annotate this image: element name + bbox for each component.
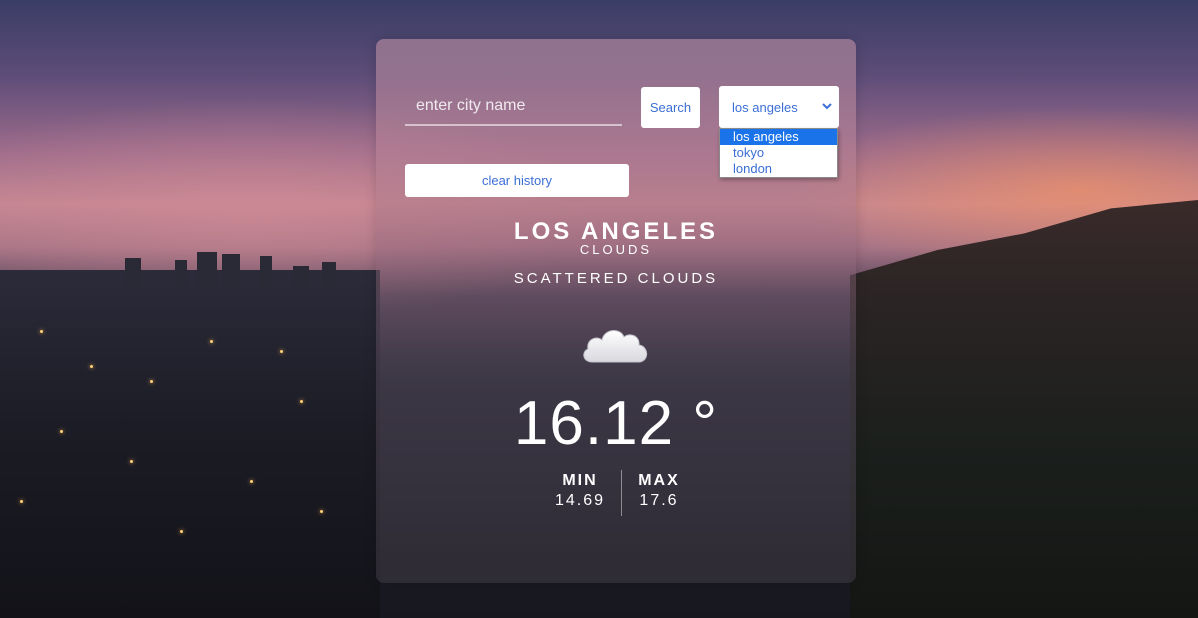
min-value: 14.69	[554, 492, 606, 509]
weather-main: CLOUDS	[579, 242, 653, 257]
max-value: 17.6	[639, 492, 679, 509]
history-select[interactable]: los angeles	[719, 86, 839, 128]
chevron-down-icon	[822, 103, 832, 110]
history-option-london[interactable]: london	[720, 161, 837, 177]
search-button[interactable]: Search	[641, 87, 700, 128]
max-column: MAX 17.6	[619, 470, 699, 510]
city-lights-left	[0, 252, 380, 618]
history-dropdown-list: los angeles tokyo london	[719, 128, 838, 178]
history-select-value: los angeles	[732, 99, 798, 115]
min-column: MIN 14.69	[540, 470, 620, 510]
clear-history-button[interactable]: clear history	[405, 164, 629, 197]
city-search-input[interactable]	[405, 88, 622, 126]
temperature-value: 16.12 °	[513, 389, 719, 458]
max-label: MAX	[638, 472, 680, 489]
cloud-icon	[583, 330, 648, 363]
hillside-right	[850, 200, 1198, 618]
history-option-los-angeles[interactable]: los angeles	[720, 129, 837, 145]
weather-description: SCATTERED CLOUDS	[513, 270, 719, 287]
min-label: MIN	[562, 472, 598, 489]
min-max-block: MIN 14.69 MAX 17.6	[540, 470, 700, 516]
history-option-tokyo[interactable]: tokyo	[720, 145, 837, 161]
